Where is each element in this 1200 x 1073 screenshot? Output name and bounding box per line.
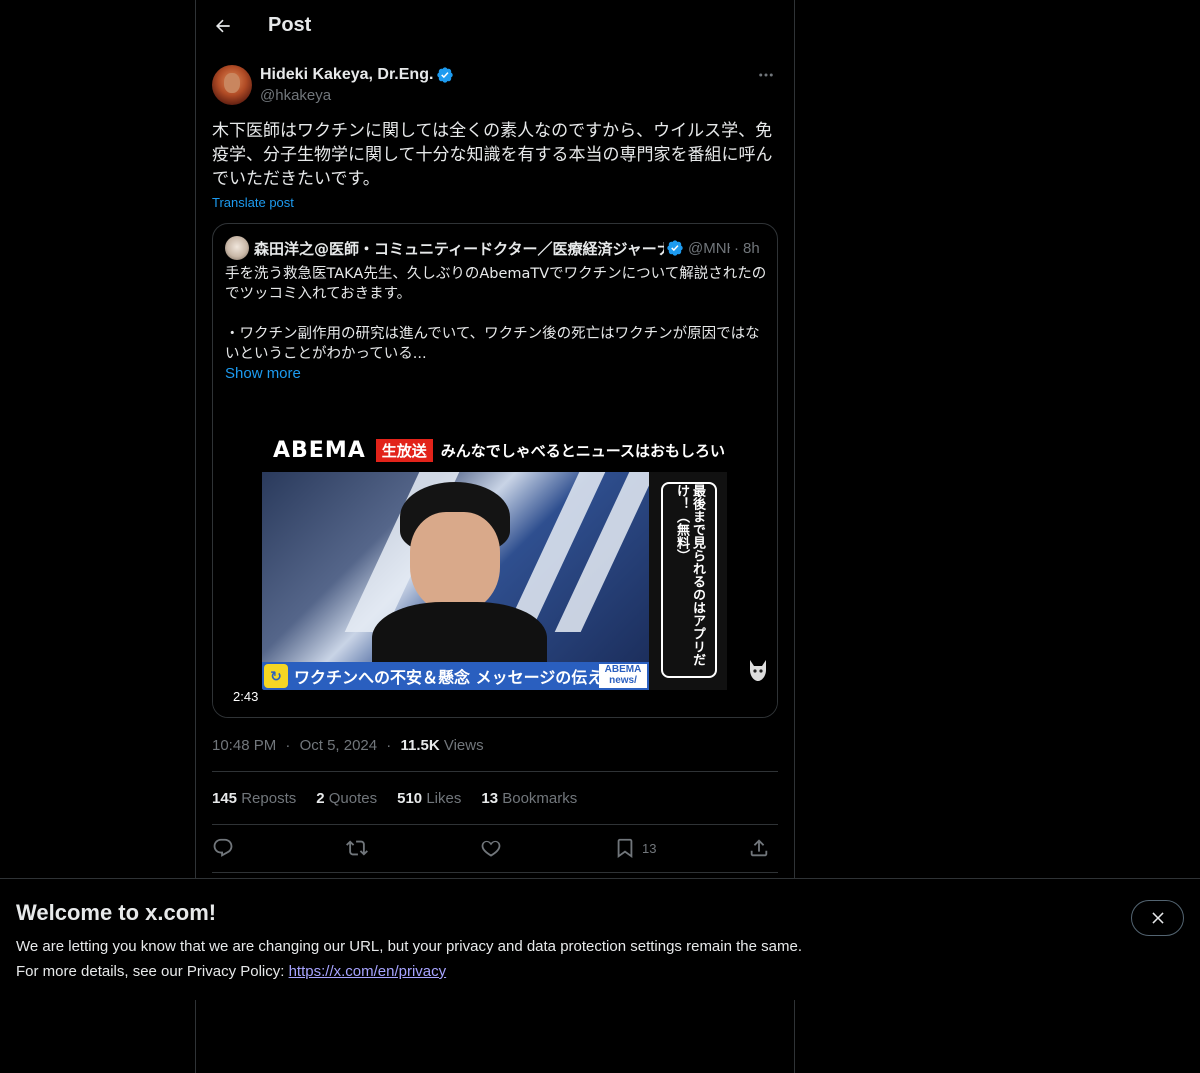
video-caption: ↻ ワクチンへの不安＆懸念 メッセージの伝え方 ABEMA news/ — [262, 662, 649, 690]
like-button[interactable] — [480, 836, 502, 860]
privacy-policy-link[interactable]: https://x.com/en/privacy — [289, 963, 447, 980]
share-button[interactable] — [748, 836, 770, 860]
bookmarks-stat[interactable]: 13 Bookmarks — [481, 790, 577, 807]
banner-message: For more details, see our Privacy Policy… — [16, 963, 446, 980]
close-icon — [1151, 912, 1164, 924]
author-name-row[interactable]: Hideki Kakeya, Dr.Eng. — [260, 66, 454, 84]
reposts-stat[interactable]: 145 Reposts — [212, 790, 296, 807]
show-title: みんなでしゃべるとニュースはおもしろい — [440, 441, 726, 460]
quotes-stat[interactable]: 2 Quotes — [316, 790, 377, 807]
banner-message: We are letting you know that we are chan… — [16, 938, 802, 955]
views-count: 11.5K — [400, 737, 440, 754]
divider — [212, 824, 778, 825]
bookmark-button[interactable]: 13 — [614, 836, 656, 860]
engagement-stats: 145 Reposts 2 Quotes 510 Likes 13 Bookma… — [212, 790, 577, 807]
mascot-icon — [750, 660, 766, 681]
heart-icon — [481, 840, 501, 857]
banner-message-prefix: For more details, see our Privacy Policy… — [16, 963, 289, 980]
quoted-author-handle[interactable]: @MNHR_Labo — [688, 240, 730, 257]
banner-title: Welcome to x.com! — [16, 900, 217, 925]
quoted-timestamp[interactable]: 8h — [743, 240, 760, 257]
welcome-banner: Welcome to x.com! We are letting you kno… — [0, 878, 1200, 1000]
video-side-panel: 最後まで見られるのはアプリだけ！（無料） — [649, 472, 727, 690]
refresh-icon: ↻ — [264, 664, 288, 688]
quoted-paragraph: 手を洗う救急医TAKA先生、久しぶりのAbemaTVでワクチンについて解説された… — [225, 266, 767, 302]
app-promo-box: 最後まで見られるのはアプリだけ！（無料） — [661, 482, 717, 678]
quoted-author-name[interactable]: 森田洋之@医師・コミュニティードクター／医療経済ジャーナリスト — [254, 238, 664, 259]
translate-post-link[interactable]: Translate post — [212, 195, 294, 210]
arrow-left-icon — [216, 19, 230, 33]
divider — [212, 872, 778, 873]
repost-button[interactable] — [346, 836, 368, 860]
back-button[interactable] — [208, 11, 238, 41]
caption-text: ワクチンへの不安＆懸念 メッセージの伝え方 — [294, 668, 620, 687]
separator-dot: · — [386, 737, 392, 754]
separator-dot: · — [734, 239, 739, 257]
app-promo-text: 最後まで見られるのはアプリだけ！（無料） — [674, 484, 705, 666]
post-time[interactable]: 10:48 PM — [212, 737, 276, 754]
quoted-post-text: 手を洗う救急医TAKA先生、久しぶりのAbemaTVでワクチンについて解説された… — [225, 264, 767, 364]
author-handle[interactable]: @hkakeya — [260, 87, 331, 104]
author-display-name[interactable]: Hideki Kakeya, Dr.Eng. — [260, 66, 433, 84]
divider — [212, 771, 778, 772]
quoted-post-header: 森田洋之@医師・コミュニティードクター／医療経済ジャーナリスト @MNHR_La… — [225, 236, 767, 260]
reply-button[interactable] — [212, 836, 234, 860]
quoted-post[interactable]: 森田洋之@医師・コミュニティードクター／医療経済ジャーナリスト @MNHR_La… — [212, 223, 778, 718]
presenter-image — [372, 482, 547, 690]
bookmark-icon — [617, 838, 633, 859]
abema-logo: ABEMA — [273, 437, 366, 463]
post-metadata: 10:48 PM · Oct 5, 2024 · 11.5K Views — [212, 737, 484, 754]
video-title-bar: ABEMA 生放送 みんなでしゃべるとニュースはおもしろい — [273, 436, 733, 464]
share-icon — [750, 839, 768, 857]
views-label: Views — [443, 737, 484, 754]
page-header: Post — [196, 0, 794, 53]
post-date[interactable]: Oct 5, 2024 — [300, 737, 378, 754]
video-player[interactable]: ABEMA 生放送 みんなでしゃべるとニュースはおもしろい ↻ ワクチンへの不安… — [213, 404, 777, 717]
quoted-paragraph: ・ワクチン副作用の研究は進んでいて、ワクチン後の死亡はワクチンが原因ではないとい… — [225, 326, 760, 362]
page-title: Post — [268, 14, 312, 36]
bookmark-count: 13 — [642, 840, 657, 856]
verified-badge-icon — [667, 240, 683, 256]
post-text: 木下医師はワクチンに関しては全くの素人なのですから、ウイルス学、免疫学、分子生物… — [212, 121, 773, 189]
close-banner-button[interactable] — [1131, 900, 1184, 936]
likes-stat[interactable]: 510 Likes — [397, 790, 461, 807]
verified-badge-icon — [437, 67, 454, 83]
quoted-avatar[interactable] — [225, 236, 249, 260]
show-more-link[interactable]: Show more — [225, 365, 301, 382]
repost-icon — [346, 840, 368, 856]
video-duration: 2:43 — [227, 688, 265, 706]
action-bar: 13 — [212, 836, 778, 862]
video-frame: ↻ ワクチンへの不安＆懸念 メッセージの伝え方 ABEMA news/ — [262, 472, 649, 690]
more-horizontal-icon — [759, 73, 773, 77]
more-options-button[interactable] — [754, 65, 778, 85]
avatar[interactable] — [212, 65, 252, 105]
post-author: Hideki Kakeya, Dr.Eng. @hkakeya — [212, 65, 778, 107]
abema-news-logo: ABEMA news/ — [599, 664, 647, 688]
separator-dot: · — [285, 737, 291, 754]
live-badge: 生放送 — [375, 438, 433, 462]
reply-icon — [213, 838, 233, 857]
